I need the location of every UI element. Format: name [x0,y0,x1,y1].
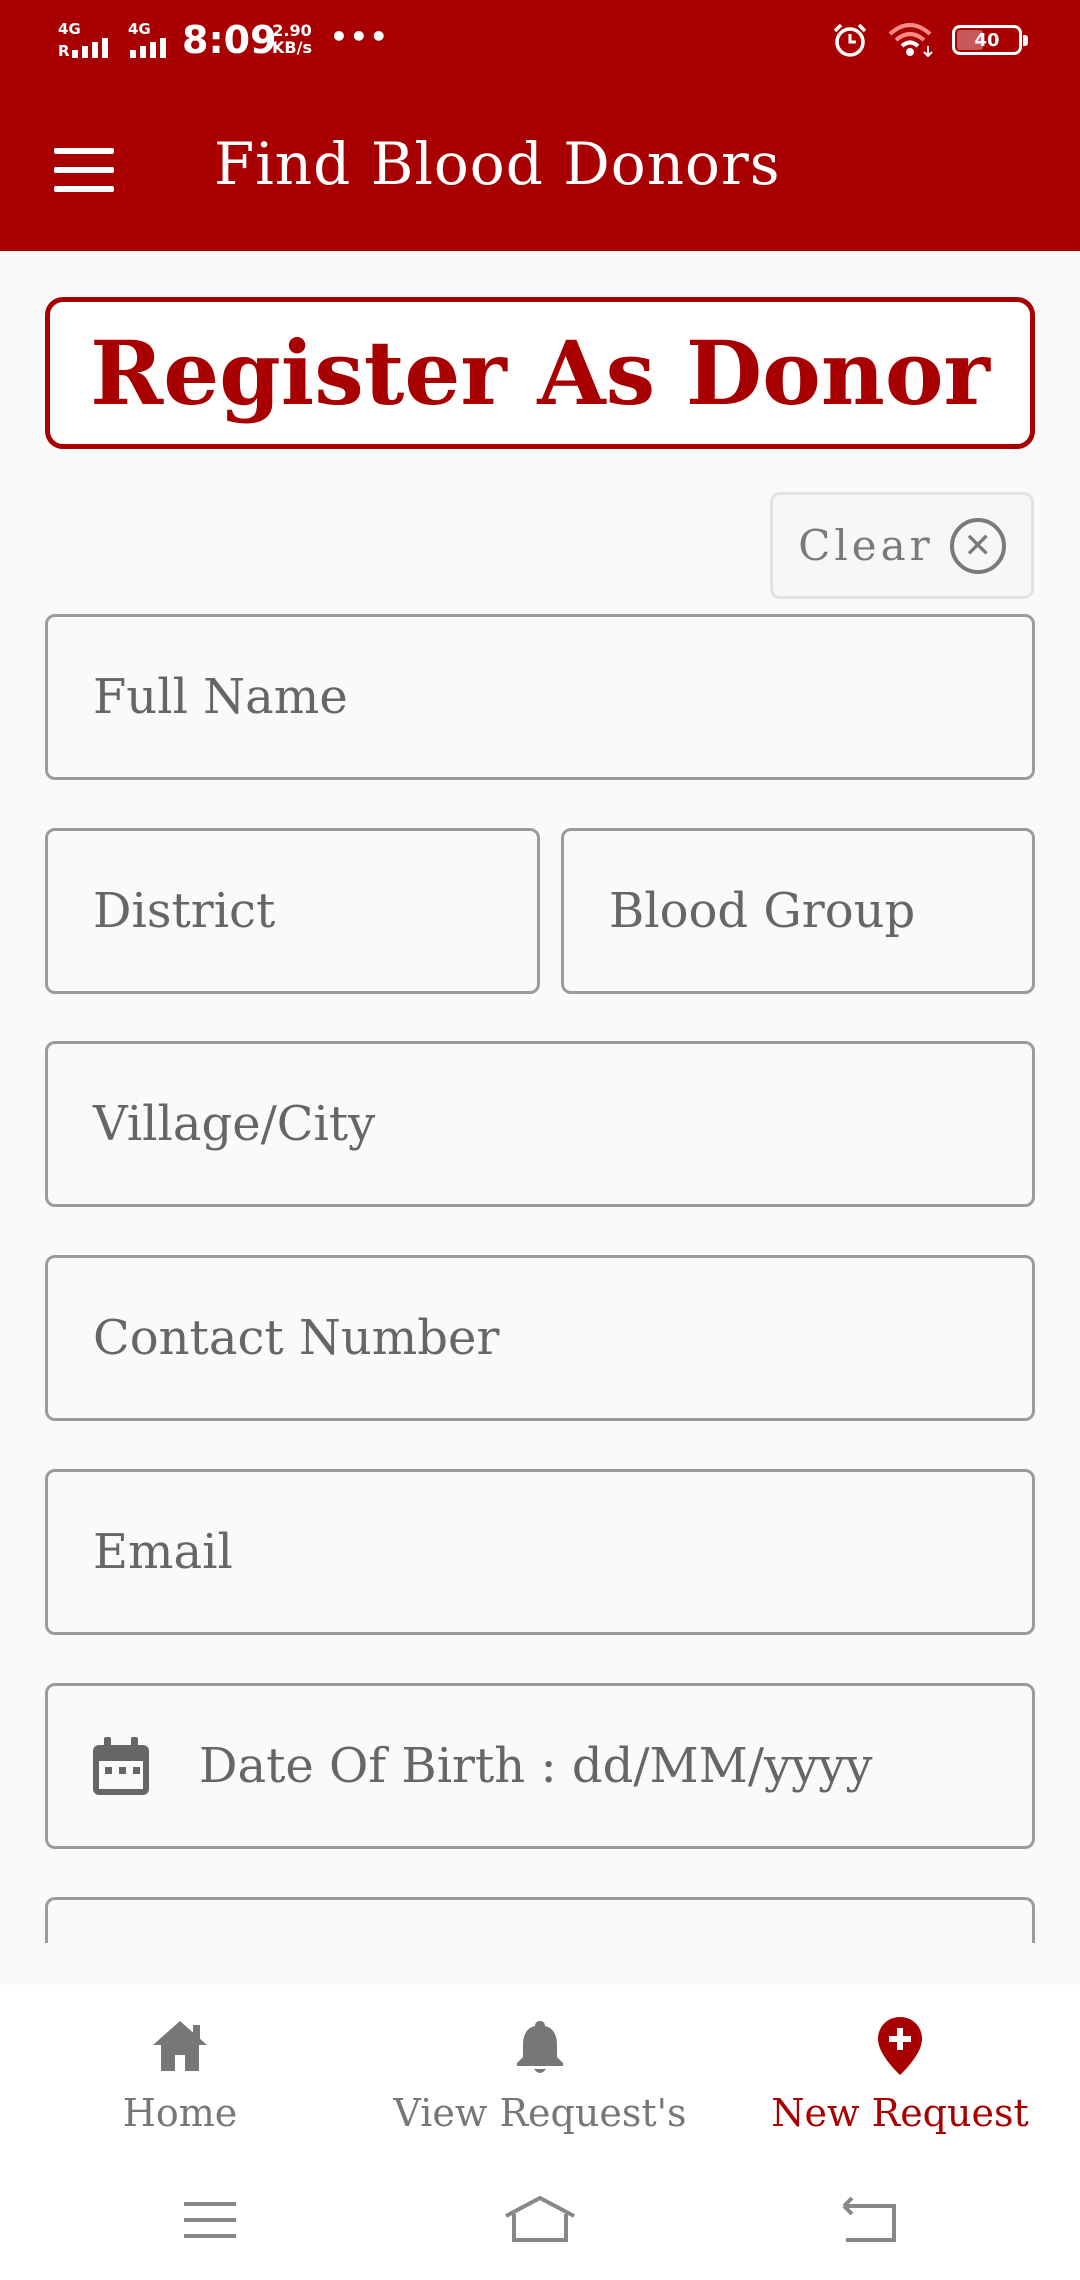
roaming-indicator: R [58,42,70,60]
village-city-placeholder: Village/City [93,1096,376,1152]
full-name-placeholder: Full Name [93,669,348,725]
more-notifications-icon: ••• [330,20,390,53]
clock: 8:09 [182,18,277,62]
register-header: Register As Donor [45,297,1035,449]
email-placeholder: Email [93,1524,233,1580]
nav-home-label: Home [122,2091,238,2135]
district-input[interactable]: District [45,828,540,994]
home-icon [153,2021,207,2071]
alarm-icon [833,23,867,57]
nav-new-request-label: New Request [771,2091,1029,2135]
signal-1-icon: 4G R [58,20,118,60]
hamburger-menu-icon[interactable] [54,148,114,192]
next-field-partial[interactable] [45,1897,1035,1943]
nav-view-requests[interactable]: View Request's [360,1985,720,2160]
battery-level: 40 [974,29,1000,51]
signal-indicators: 4G R 4G [58,20,188,60]
signal-2-icon: 4G [128,20,188,60]
status-bar: 4G R 4G 8:09 2.90 KB/s ••• 40 [0,0,1080,86]
system-navigation-bar [0,2160,1080,2280]
date-of-birth-input[interactable]: Date Of Birth : dd/MM/yyyy [45,1683,1035,1849]
calendar-icon [93,1737,149,1795]
status-icons: 40 [832,22,1028,58]
village-city-input[interactable]: Village/City [45,1041,1035,1207]
date-of-birth-placeholder: Date Of Birth : dd/MM/yyyy [199,1738,873,1794]
clear-button[interactable]: Clear ✕ [770,492,1034,599]
blood-group-select[interactable]: Blood Group [561,828,1035,994]
full-name-input[interactable]: Full Name [45,614,1035,780]
email-input[interactable]: Email [45,1469,1035,1635]
location-plus-icon [878,2017,922,2075]
speed-unit: KB/s [272,38,312,57]
speed-value: 2.90 [272,21,312,40]
battery-icon: 40 [952,25,1028,55]
network-speed: 2.90 KB/s [272,22,312,56]
bell-icon [517,2021,563,2073]
nav-view-requests-label: View Request's [393,2091,687,2135]
contact-number-input[interactable]: Contact Number [45,1255,1035,1421]
network-type-1: 4G [58,20,81,38]
bottom-navigation: Home View Request's New Request [0,1985,1080,2160]
network-type-2: 4G [128,20,151,38]
home-outline-icon[interactable] [500,2190,580,2250]
clear-button-label: Clear [798,521,934,570]
nav-home[interactable]: Home [0,1985,360,2160]
wifi-icon [888,23,933,58]
close-circle-icon: ✕ [949,517,1006,574]
app-title: Find Blood Donors [214,130,781,198]
district-placeholder: District [93,883,276,939]
back-icon[interactable] [830,2190,910,2250]
contact-number-placeholder: Contact Number [93,1310,500,1366]
app-bar: Find Blood Donors [0,86,1080,251]
recents-icon[interactable] [170,2190,250,2250]
nav-new-request[interactable]: New Request [720,1985,1080,2160]
blood-group-placeholder: Blood Group [609,883,916,939]
